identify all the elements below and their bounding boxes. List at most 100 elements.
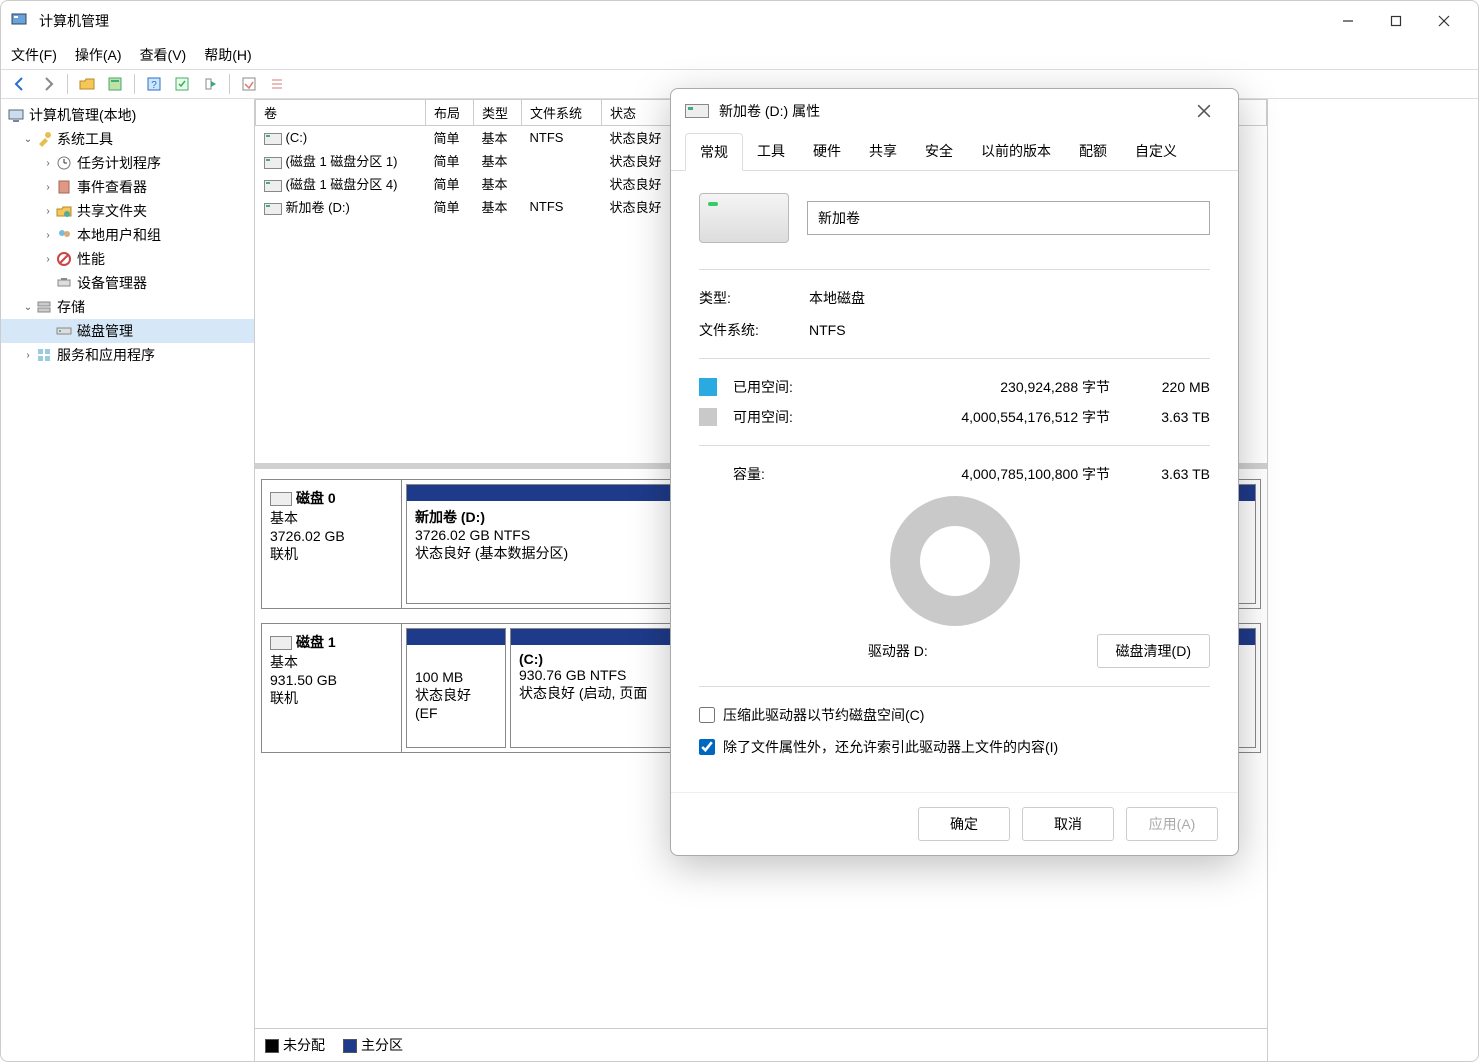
chevron-right-icon[interactable]: › (41, 158, 55, 169)
index-label: 除了文件属性外，还允许索引此驱动器上文件的内容(I) (723, 737, 1058, 757)
compress-checkbox[interactable] (699, 707, 715, 723)
close-button[interactable] (1420, 1, 1468, 41)
dialog-body: 类型: 本地磁盘 文件系统: NTFS 已用空间: 230,924,288 字节… (671, 171, 1238, 792)
tree-label: 事件查看器 (77, 177, 147, 197)
cell: 简单 (426, 126, 474, 150)
cancel-button[interactable]: 取消 (1022, 807, 1114, 841)
separator (134, 74, 135, 94)
used-label: 已用空间: (733, 377, 833, 397)
tree-label: 任务计划程序 (77, 153, 161, 173)
disk-header[interactable]: 磁盘 0 基本 3726.02 GB 联机 (262, 480, 402, 608)
tab-sharing[interactable]: 共享 (855, 133, 911, 170)
tree-system-tools[interactable]: ⌄ 系统工具 (1, 127, 254, 151)
storage-icon (35, 298, 53, 316)
chevron-right-icon[interactable]: › (41, 230, 55, 241)
menu-action[interactable]: 操作(A) (75, 45, 122, 65)
separator (699, 358, 1210, 359)
properties-dialog: 新加卷 (D:) 属性 常规 工具 硬件 共享 安全 以前的版本 配额 自定义 … (670, 88, 1239, 856)
list-button[interactable] (264, 72, 290, 96)
folder-up-button[interactable] (74, 72, 100, 96)
tree-storage[interactable]: ⌄ 存储 (1, 295, 254, 319)
menu-file[interactable]: 文件(F) (11, 45, 57, 65)
used-bytes: 230,924,288 字节 (843, 377, 1110, 397)
disk-status: 联机 (270, 544, 393, 564)
usage-pie-chart (699, 496, 1210, 626)
fs-value: NTFS (809, 322, 846, 338)
cell: (C:) (286, 130, 308, 145)
partition-efi[interactable]: 100 MB 状态良好 (EF (406, 628, 506, 748)
cell: 简单 (426, 195, 474, 218)
minimize-button[interactable] (1324, 1, 1372, 41)
tree-shared-folders[interactable]: › 共享文件夹 (1, 199, 254, 223)
compress-checkbox-row[interactable]: 压缩此驱动器以节约磁盘空间(C) (699, 705, 1210, 725)
disk-name: 磁盘 1 (296, 634, 336, 650)
chevron-right-icon[interactable]: › (21, 350, 35, 361)
tree-label: 系统工具 (57, 129, 113, 149)
tree-root[interactable]: 计算机管理(本地) (1, 103, 254, 127)
tree-pane[interactable]: 计算机管理(本地) ⌄ 系统工具 › 任务计划程序 › 事件查看器 › 共享文件… (1, 99, 255, 1061)
apply-button[interactable]: 应用(A) (1126, 807, 1218, 841)
dialog-close-button[interactable] (1184, 91, 1224, 131)
separator (67, 74, 68, 94)
disk-icon (270, 636, 292, 650)
tree-device-manager[interactable]: 设备管理器 (1, 271, 254, 295)
filter-button[interactable] (236, 72, 262, 96)
tab-previous[interactable]: 以前的版本 (967, 133, 1065, 170)
chevron-right-icon[interactable]: › (41, 182, 55, 193)
col-fs[interactable]: 文件系统 (522, 100, 602, 126)
menu-view[interactable]: 查看(V) (140, 45, 187, 65)
properties-button[interactable] (102, 72, 128, 96)
refresh-button[interactable] (169, 72, 195, 96)
action-button[interactable] (197, 72, 223, 96)
cell (522, 172, 602, 195)
dialog-tabs: 常规 工具 硬件 共享 安全 以前的版本 配额 自定义 (671, 133, 1238, 171)
col-type[interactable]: 类型 (474, 100, 522, 126)
maximize-button[interactable] (1372, 1, 1420, 41)
chevron-down-icon[interactable]: ⌄ (21, 302, 35, 313)
menu-help[interactable]: 帮助(H) (204, 45, 251, 65)
separator (699, 445, 1210, 446)
type-label: 类型: (699, 288, 809, 308)
tree-services[interactable]: › 服务和应用程序 (1, 343, 254, 367)
type-value: 本地磁盘 (809, 288, 865, 308)
dialog-footer: 确定 取消 应用(A) (671, 792, 1238, 855)
tab-custom[interactable]: 自定义 (1121, 133, 1191, 170)
chevron-right-icon[interactable]: › (41, 206, 55, 217)
share-icon (55, 202, 73, 220)
disk-header[interactable]: 磁盘 1 基本 931.50 GB 联机 (262, 624, 402, 752)
chevron-right-icon[interactable]: › (41, 254, 55, 265)
legend-primary: 主分区 (343, 1035, 403, 1055)
tree-local-users[interactable]: › 本地用户和组 (1, 223, 254, 247)
nav-back-button[interactable] (7, 72, 33, 96)
tree-performance[interactable]: › 性能 (1, 247, 254, 271)
help-button[interactable]: ? (141, 72, 167, 96)
tab-hardware[interactable]: 硬件 (799, 133, 855, 170)
chevron-down-icon[interactable]: ⌄ (21, 134, 35, 145)
action-pane (1268, 99, 1478, 1061)
tab-tools[interactable]: 工具 (743, 133, 799, 170)
col-volume[interactable]: 卷 (256, 100, 426, 126)
tree-label: 磁盘管理 (77, 321, 133, 341)
tree-label: 服务和应用程序 (57, 345, 155, 365)
tree-disk-management[interactable]: 磁盘管理 (1, 319, 254, 343)
volume-name-input[interactable] (807, 201, 1210, 235)
index-checkbox-row[interactable]: 除了文件属性外，还允许索引此驱动器上文件的内容(I) (699, 737, 1210, 757)
capacity-human: 3.63 TB (1120, 466, 1210, 482)
tab-security[interactable]: 安全 (911, 133, 967, 170)
tree-label: 共享文件夹 (77, 201, 147, 221)
dialog-titlebar: 新加卷 (D:) 属性 (671, 89, 1238, 133)
services-icon (35, 346, 53, 364)
disk-cleanup-button[interactable]: 磁盘清理(D) (1097, 634, 1210, 668)
nav-forward-button[interactable] (35, 72, 61, 96)
tree-event-viewer[interactable]: › 事件查看器 (1, 175, 254, 199)
index-checkbox[interactable] (699, 739, 715, 755)
cell: 基本 (474, 172, 522, 195)
book-icon (55, 178, 73, 196)
ok-button[interactable]: 确定 (918, 807, 1010, 841)
spacer (415, 651, 497, 669)
tab-general[interactable]: 常规 (685, 133, 743, 171)
tab-quota[interactable]: 配额 (1065, 133, 1121, 170)
tree-label: 本地用户和组 (77, 225, 161, 245)
col-layout[interactable]: 布局 (426, 100, 474, 126)
tree-task-scheduler[interactable]: › 任务计划程序 (1, 151, 254, 175)
